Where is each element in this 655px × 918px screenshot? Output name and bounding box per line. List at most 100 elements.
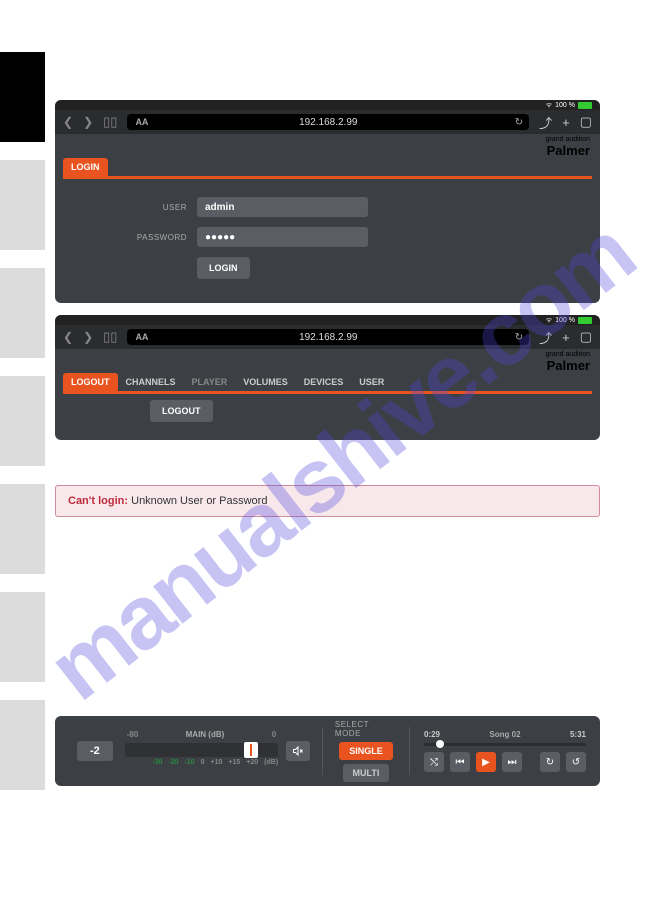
battery-icon [578,102,592,109]
song-column: 0:29 Song 02 5:31 ⤭ ⏮ ▶ ⏭ ↻ ↺ [422,730,600,772]
player-bar: -2 -80 MAIN (dB) 0 -30 -20 -10 0 +10 +15… [55,716,600,786]
wifi-icon: ᯤ [546,316,552,325]
time-current: 0:29 [424,730,440,739]
transport-controls: ⤭ ⏮ ▶ ⏭ ↻ ↺ [424,752,586,772]
tab-volumes[interactable]: VOLUMES [235,373,296,391]
mode-title: SELECT MODE [335,720,397,738]
url-text-2: 192.168.2.99 [127,332,529,343]
tab-player[interactable]: PLAYER [184,373,236,391]
scale-min: -80 [127,730,139,739]
share-icon[interactable]: ⤴ [539,328,552,347]
error-box: Can't login: Unknown User or Password [55,485,600,517]
tick: +10 [211,759,223,766]
tab-channels[interactable]: CHANNELS [118,373,184,391]
battery-text: 100 % [555,102,575,109]
browser-toolbar-2: ❮ ❯ ▯▯ AA 192.168.2.99 ↻ ⤴ + ▢ [55,325,600,349]
tick: +15 [228,759,240,766]
tick: -10 [185,759,195,766]
url-bar-2[interactable]: AA 192.168.2.99 ↻ [127,329,529,345]
forward-icon[interactable]: ❯ [83,115,93,129]
error-message: Unknown User or Password [128,495,267,507]
password-input[interactable]: ●●●●● [197,227,368,247]
url-bar[interactable]: AA 192.168.2.99 ↻ [127,114,529,130]
play-button[interactable]: ▶ [476,752,496,772]
brand-name: Palmer [546,143,590,158]
scale-max: 0 [272,730,276,739]
tab-login[interactable]: LOGIN [63,158,108,176]
bookmarks-icon[interactable]: ▯▯ [103,329,117,345]
sidebar-tab-2[interactable] [0,160,45,250]
new-tab-icon[interactable]: + [562,330,570,345]
sidebar-tab-7[interactable] [0,700,45,790]
separator [409,727,410,775]
logout-button[interactable]: LOGOUT [150,400,213,422]
forward-icon[interactable]: ❯ [83,330,93,344]
tab-bar-login: LOGIN [63,158,592,179]
progress-bar[interactable] [424,743,586,746]
tab-logout[interactable]: LOGOUT [63,373,118,391]
sidebar-tab-5[interactable] [0,484,45,574]
scale-title: MAIN (dB) [186,730,225,739]
error-title: Can't login: [68,495,128,507]
repeat-all-button[interactable]: ↺ [566,752,586,772]
url-text: 192.168.2.99 [127,117,529,128]
wifi-icon: ᯤ [546,101,552,110]
user-label: USER [115,203,187,212]
content-area: ᯤ 100 % ❮ ❯ ▯▯ AA 192.168.2.99 ↻ ⤴ + ▢ [55,100,600,517]
refresh-icon[interactable]: ↻ [515,117,523,128]
sidebar-tab-1[interactable] [0,52,45,142]
slider-ticks: -30 -20 -10 0 +10 +15 +20 (dB) [125,759,279,766]
page-root: ᯤ 100 % ❮ ❯ ▯▯ AA 192.168.2.99 ↻ ⤴ + ▢ [0,0,655,918]
battery-indicator: ᯤ 100 % [546,101,592,110]
sidebar-tab-6[interactable] [0,592,45,682]
mute-button[interactable] [286,741,310,761]
password-label: PASSWORD [115,233,187,242]
main-slider-block: -80 MAIN (dB) 0 -30 -20 -10 0 +10 +15 +2… [125,730,279,772]
share-icon[interactable]: ⤴ [539,113,552,132]
song-title: Song 02 [489,730,520,739]
browser-nav: ᯤ 100 % ❮ ❯ ▯▯ AA 192.168.2.99 ↻ ⤴ + ▢ [55,315,600,440]
user-input[interactable]: admin [197,197,368,217]
multi-button[interactable]: MULTI [343,764,390,782]
sidebar-tab-4[interactable] [0,376,45,466]
brand-tagline: grand audition [546,136,590,143]
battery-text-2: 100 % [555,317,575,324]
bookmarks-icon[interactable]: ▯▯ [103,114,117,130]
next-button[interactable]: ⏭ [502,752,522,772]
tick: 0 [201,759,205,766]
battery-icon [578,317,592,324]
back-icon[interactable]: ❮ [63,115,73,129]
brand-block: grand audition Palmer [55,134,600,158]
login-form: USER admin PASSWORD ●●●●● LOGIN [55,179,600,303]
tick: -30 [152,759,162,766]
tabs-icon[interactable]: ▢ [580,329,592,345]
progress-thumb[interactable] [436,740,444,748]
brand-tagline-2: grand audition [546,351,590,358]
new-tab-icon[interactable]: + [562,115,570,130]
sidebar-tab-3[interactable] [0,268,45,358]
login-button[interactable]: LOGIN [197,257,250,279]
tab-devices[interactable]: DEVICES [296,373,352,391]
main-slider[interactable] [125,743,279,757]
main-value: -2 [77,741,113,761]
refresh-icon[interactable]: ↻ [515,332,523,343]
status-bar: ᯤ 100 % [55,100,600,110]
single-button[interactable]: SINGLE [339,742,393,760]
battery-indicator-2: ᯤ 100 % [546,316,592,325]
browser-login: ᯤ 100 % ❮ ❯ ▯▯ AA 192.168.2.99 ↻ ⤴ + ▢ [55,100,600,303]
shuffle-button[interactable]: ⤭ [424,752,444,772]
tick-unit: (dB) [264,759,278,766]
tab-user[interactable]: USER [351,373,392,391]
browser-toolbar: ❮ ❯ ▯▯ AA 192.168.2.99 ↻ ⤴ + ▢ [55,110,600,134]
tabs-icon[interactable]: ▢ [580,114,592,130]
tab-bar-nav: LOGOUT CHANNELS PLAYER VOLUMES DEVICES U… [63,373,592,394]
slider-thumb[interactable] [244,742,258,758]
prev-button[interactable]: ⏮ [450,752,470,772]
time-total: 5:31 [570,730,586,739]
speaker-muted-icon [292,745,304,757]
status-bar-2: ᯤ 100 % [55,315,600,325]
repeat-one-button[interactable]: ↻ [540,752,560,772]
mode-column: SELECT MODE SINGLE MULTI [335,720,397,782]
back-icon[interactable]: ❮ [63,330,73,344]
tick: -20 [168,759,178,766]
